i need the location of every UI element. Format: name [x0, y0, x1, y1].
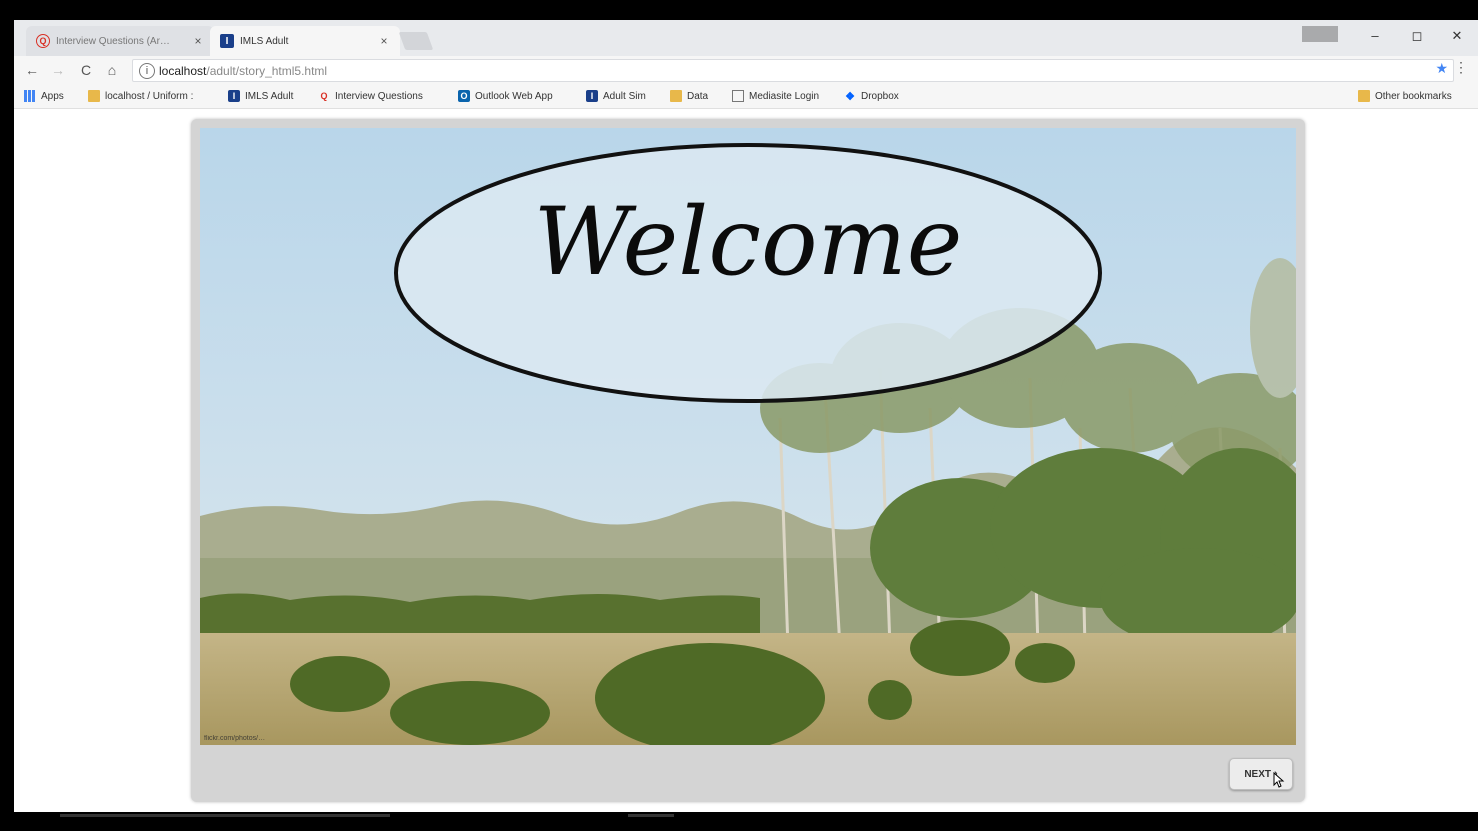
- bookmark-label: Dropbox: [861, 90, 899, 102]
- tab-title: Interview Questions (Ar…: [56, 35, 170, 47]
- folder-icon: [670, 90, 682, 102]
- bookmark-localhost[interactable]: localhost / Uniform :: [88, 88, 193, 104]
- back-button[interactable]: ←: [22, 60, 42, 80]
- bookmark-data[interactable]: Data: [670, 88, 708, 104]
- forward-button[interactable]: →: [48, 60, 68, 80]
- url-host: localhost: [159, 63, 207, 78]
- address-bar[interactable]: i localhost/adult/story_html5.html: [132, 59, 1454, 82]
- bookmark-adult-sim[interactable]: I Adult Sim: [586, 88, 646, 104]
- bookmark-label: Interview Questions: [335, 90, 423, 102]
- bookmark-star-icon[interactable]: ★: [1435, 60, 1448, 77]
- minimize-button[interactable]: –: [1360, 26, 1390, 46]
- window-close-button[interactable]: ✕: [1442, 26, 1472, 46]
- tab-strip: Q Interview Questions (Ar… × I IMLS Adul…: [14, 20, 1478, 56]
- bookmark-label: Apps: [41, 90, 64, 102]
- dropbox-icon: ❖: [845, 90, 855, 103]
- bookmark-label: Data: [687, 90, 709, 102]
- q-icon: Q: [36, 34, 50, 48]
- taskbar-strip: [0, 812, 1478, 831]
- tab-imls-adult[interactable]: I IMLS Adult ×: [210, 26, 400, 56]
- info-icon[interactable]: i: [139, 62, 155, 79]
- home-button[interactable]: ⌂: [102, 60, 122, 80]
- next-label: NEXT: [1244, 768, 1271, 780]
- profile-button[interactable]: [1302, 26, 1338, 42]
- url-path: /adult/story_html5.html: [206, 63, 328, 78]
- bookmark-imls-adult[interactable]: I IMLS Adult: [228, 88, 293, 104]
- bookmarks-bar: Apps localhost / Uniform : I IMLS Adult Q…: [14, 84, 1478, 109]
- taskbar-line: [60, 814, 390, 817]
- page-icon: [732, 90, 744, 102]
- bookmark-mediasite[interactable]: Mediasite Login: [732, 88, 819, 104]
- bookmark-apps[interactable]: Apps: [24, 88, 64, 104]
- close-icon[interactable]: ×: [378, 34, 390, 48]
- mouse-cursor-icon: [1273, 772, 1285, 788]
- imls-icon: I: [228, 90, 240, 102]
- close-icon[interactable]: ×: [192, 34, 204, 48]
- menu-icon[interactable]: ⋮: [1454, 59, 1468, 76]
- browser-window: Q Interview Questions (Ar… × I IMLS Adul…: [14, 20, 1478, 812]
- bookmark-label: Outlook Web App: [475, 90, 553, 102]
- other-bookmarks[interactable]: Other bookmarks: [1358, 88, 1452, 104]
- folder-icon: [1358, 90, 1370, 102]
- bookmark-dropbox[interactable]: ❖ Dropbox: [844, 88, 899, 104]
- tab-interview-questions[interactable]: Q Interview Questions (Ar… ×: [26, 26, 214, 56]
- story-player: Welcome flickr.com/photos/… NEXT›: [191, 119, 1305, 802]
- bookmark-outlook[interactable]: O Outlook Web App: [458, 88, 553, 104]
- bookmark-label: localhost / Uniform :: [105, 90, 194, 102]
- slide-scene: Welcome flickr.com/photos/…: [200, 128, 1296, 745]
- imls-icon: I: [220, 34, 234, 48]
- outlook-icon: O: [458, 90, 470, 102]
- new-tab-button[interactable]: [398, 32, 434, 50]
- bookmark-label: IMLS Adult: [245, 90, 294, 102]
- bookmark-label: Mediasite Login: [749, 90, 820, 102]
- welcome-heading: Welcome: [533, 188, 963, 297]
- page-content: Welcome flickr.com/photos/… NEXT›: [14, 109, 1478, 812]
- folder-icon: [88, 90, 100, 102]
- browser-toolbar: ← → C ⌂ i localhost/adult/story_html5.ht…: [14, 56, 1478, 85]
- tab-title: IMLS Adult: [240, 35, 289, 47]
- bookmark-interview-questions[interactable]: Q Interview Questions: [318, 88, 423, 104]
- bookmark-label: Other bookmarks: [1375, 90, 1452, 102]
- maximize-button[interactable]: ◻: [1402, 26, 1432, 46]
- reload-button[interactable]: C: [76, 60, 96, 80]
- q-icon: Q: [320, 91, 328, 101]
- bookmark-label: Adult Sim: [603, 90, 646, 102]
- apps-icon: [24, 90, 36, 102]
- photo-credit: flickr.com/photos/…: [204, 735, 266, 742]
- taskbar-line: [628, 814, 674, 817]
- imls-icon: I: [586, 90, 598, 102]
